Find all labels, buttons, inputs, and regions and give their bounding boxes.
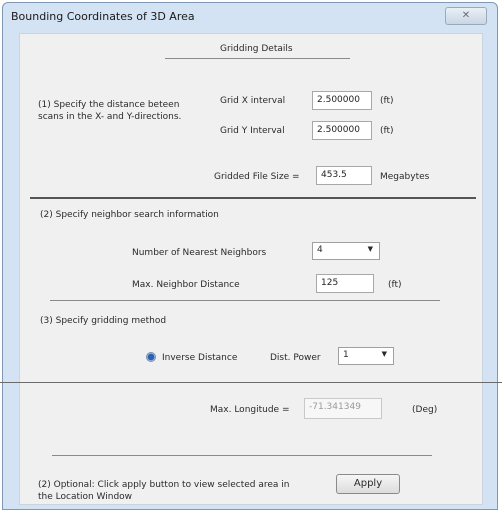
grid-x-input[interactable]: 2.500000	[312, 91, 372, 110]
apply-instruction-line1: (2) Optional: Click apply button to view…	[38, 480, 290, 490]
file-size-unit: Megabytes	[380, 172, 430, 182]
close-button[interactable]: ✕	[445, 7, 487, 25]
nearest-neighbors-value: 4	[317, 245, 323, 255]
file-size-label: Gridded File Size =	[214, 172, 300, 182]
section-divider-3	[52, 455, 432, 456]
max-distance-input[interactable]: 125	[316, 274, 374, 293]
overlay-divider	[0, 382, 502, 383]
chevron-down-icon: ▼	[367, 245, 373, 253]
content-panel: Gridding Details (1) Specify the distanc…	[19, 33, 483, 505]
dist-power-label: Dist. Power	[270, 353, 321, 363]
max-distance-label: Max. Neighbor Distance	[132, 280, 240, 290]
dist-power-value: 1	[343, 350, 349, 360]
dialog-window: Bounding Coordinates of 3D Area ✕ Griddi…	[2, 2, 498, 510]
gridding-heading-underline	[165, 58, 350, 59]
max-longitude-label: Max. Longitude =	[210, 405, 290, 415]
apply-button[interactable]: Apply	[336, 474, 400, 494]
chevron-down-icon: ▼	[381, 350, 387, 358]
window-title: Bounding Coordinates of 3D Area	[11, 10, 195, 23]
apply-instruction-line2: the Location Window	[38, 492, 133, 502]
neighbor-heading: (2) Specify neighbor search information	[40, 210, 219, 220]
section-divider-1	[30, 197, 476, 199]
grid-y-input[interactable]: 2.500000	[312, 121, 372, 140]
grid-x-label: Grid X interval	[220, 96, 286, 106]
nearest-neighbors-label: Number of Nearest Neighbors	[132, 248, 267, 258]
grid-x-unit: (ft)	[380, 96, 394, 106]
close-icon: ✕	[461, 10, 471, 21]
method-heading: (3) Specify gridding method	[40, 316, 167, 326]
file-size-field: 453.5	[316, 166, 372, 185]
grid-y-unit: (ft)	[380, 126, 394, 136]
max-distance-unit: (ft)	[388, 280, 402, 290]
gridding-heading: Gridding Details	[220, 44, 293, 54]
gridding-instruction-line1: (1) Specify the distance beteen	[38, 100, 180, 110]
section-divider-2	[50, 300, 440, 301]
inverse-distance-radio[interactable]	[146, 352, 156, 362]
nearest-neighbors-select[interactable]: 4 ▼	[312, 242, 380, 260]
gridding-instruction-line2: scans in the X- and Y-directions.	[38, 112, 182, 122]
title-bar[interactable]: Bounding Coordinates of 3D Area ✕	[3, 3, 497, 31]
dist-power-select[interactable]: 1 ▼	[338, 347, 394, 365]
inverse-distance-label[interactable]: Inverse Distance	[162, 353, 237, 363]
max-longitude-unit: (Deg)	[412, 405, 438, 415]
max-longitude-field: -71.341349	[304, 398, 382, 419]
grid-y-label: Grid Y Interval	[220, 126, 285, 136]
